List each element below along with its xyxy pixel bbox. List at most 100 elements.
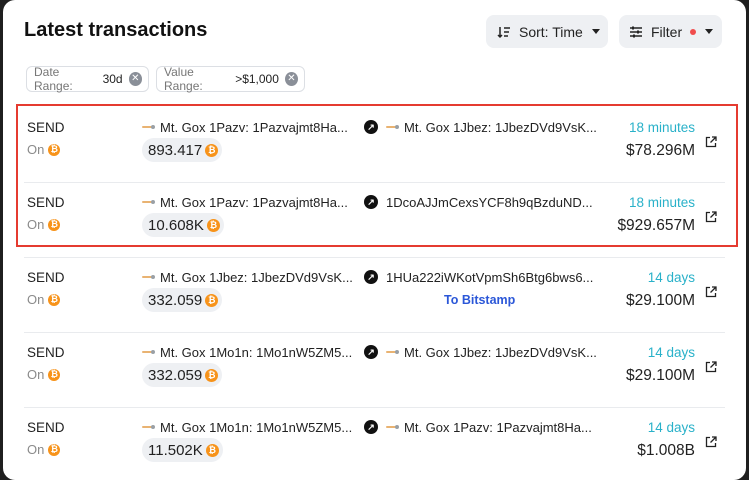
filter-label: Filter bbox=[651, 23, 683, 40]
token-amount: 332.059 ₿ bbox=[142, 288, 223, 312]
to-address[interactable]: Mt. Gox 1Pazv: 1Pazvajmt8Ha... bbox=[386, 420, 592, 435]
usd-value: $1.008B bbox=[637, 442, 695, 459]
mt-gox-logo-icon bbox=[142, 350, 156, 355]
mt-gox-logo-icon bbox=[386, 425, 400, 430]
arrow-up-right-icon: ↗ bbox=[364, 195, 378, 209]
external-link-icon[interactable] bbox=[705, 286, 717, 298]
panel-title: Latest transactions bbox=[24, 19, 208, 41]
arrow-up-right-icon: ↗ bbox=[364, 270, 378, 284]
chain-label: On ₿ bbox=[27, 292, 61, 307]
amount-value: 332.059 bbox=[148, 291, 203, 309]
transaction-row[interactable]: SEND On ₿ Mt. Gox 1Pazv: 1Pazvajmt8Ha...… bbox=[3, 183, 746, 258]
arrow-up-right-icon: ↗ bbox=[364, 120, 378, 134]
mt-gox-logo-icon bbox=[142, 275, 156, 280]
mt-gox-logo-icon bbox=[142, 200, 156, 205]
bitcoin-icon: ₿ bbox=[205, 368, 219, 382]
filter-chip-date-range[interactable]: Date Range: 30d ✕ bbox=[26, 65, 149, 93]
bitcoin-icon: ₿ bbox=[206, 218, 220, 232]
chip-label: Value Range: bbox=[164, 65, 203, 93]
transaction-row[interactable]: SEND On ₿ Mt. Gox 1Mo1n: 1Mo1nW5ZM5... ↗… bbox=[3, 408, 746, 480]
mt-gox-logo-icon bbox=[386, 350, 400, 355]
mt-gox-logo-icon bbox=[142, 425, 156, 430]
chevron-down-icon bbox=[591, 29, 600, 34]
arrow-up-right-icon: ↗ bbox=[364, 345, 378, 359]
to-address[interactable]: Mt. Gox 1Jbez: 1JbezDVd9VsK... bbox=[386, 345, 597, 360]
to-address-text: Mt. Gox 1Pazv: 1Pazvajmt8Ha... bbox=[404, 420, 592, 435]
transaction-type: SEND bbox=[27, 120, 65, 135]
remove-chip-icon[interactable]: ✕ bbox=[128, 72, 142, 86]
token-amount: 10.608K ₿ bbox=[142, 213, 224, 237]
usd-value: $29.100M bbox=[626, 367, 695, 384]
chevron-down-icon bbox=[705, 29, 714, 34]
from-address[interactable]: Mt. Gox 1Mo1n: 1Mo1nW5ZM5... bbox=[142, 345, 352, 360]
from-address-text: Mt. Gox 1Pazv: 1Pazvajmt8Ha... bbox=[160, 120, 348, 135]
chain-text: On bbox=[27, 292, 45, 307]
to-address-text: Mt. Gox 1Jbez: 1JbezDVd9VsK... bbox=[404, 345, 597, 360]
from-address[interactable]: Mt. Gox 1Mo1n: 1Mo1nW5ZM5... bbox=[142, 420, 352, 435]
from-address[interactable]: Mt. Gox 1Pazv: 1Pazvajmt8Ha... bbox=[142, 195, 348, 210]
relative-time: 14 days bbox=[647, 270, 695, 285]
filter-active-dot bbox=[690, 28, 697, 35]
destination-note: To Bitstamp bbox=[444, 293, 516, 307]
chip-value: 30d bbox=[102, 72, 123, 86]
from-address[interactable]: Mt. Gox 1Jbez: 1JbezDVd9VsK... bbox=[142, 270, 353, 285]
sort-icon bbox=[497, 26, 510, 38]
chip-value: >$1,000 bbox=[235, 72, 279, 86]
transaction-row[interactable]: SEND On ₿ Mt. Gox 1Pazv: 1Pazvajmt8Ha...… bbox=[3, 108, 746, 183]
token-amount: 332.059 ₿ bbox=[142, 363, 223, 387]
from-address-text: Mt. Gox 1Jbez: 1JbezDVd9VsK... bbox=[160, 270, 353, 285]
bitcoin-icon: ₿ bbox=[205, 143, 219, 157]
transactions-panel: Latest transactions Sort: Time Filter Da… bbox=[3, 0, 746, 480]
bitcoin-icon: ₿ bbox=[48, 443, 61, 456]
filter-chip-value-range[interactable]: Value Range: >$1,000 ✕ bbox=[156, 65, 305, 93]
relative-time: 18 minutes bbox=[628, 120, 695, 135]
chain-label: On ₿ bbox=[27, 217, 61, 232]
transaction-type: SEND bbox=[27, 345, 65, 360]
transaction-type: SEND bbox=[27, 270, 65, 285]
chain-text: On bbox=[27, 442, 45, 457]
chain-text: On bbox=[27, 142, 45, 157]
bitcoin-icon: ₿ bbox=[205, 443, 219, 457]
relative-time: 14 days bbox=[647, 345, 695, 360]
relative-time: 14 days bbox=[647, 420, 695, 435]
transaction-type: SEND bbox=[27, 195, 65, 210]
token-amount: 11.502K ₿ bbox=[142, 438, 223, 462]
amount-value: 11.502K bbox=[148, 441, 203, 459]
bitcoin-icon: ₿ bbox=[48, 143, 61, 156]
from-address[interactable]: Mt. Gox 1Pazv: 1Pazvajmt8Ha... bbox=[142, 120, 348, 135]
to-address[interactable]: Mt. Gox 1Jbez: 1JbezDVd9VsK... bbox=[386, 120, 597, 135]
relative-time: 18 minutes bbox=[628, 195, 695, 210]
filter-button[interactable]: Filter bbox=[619, 15, 722, 48]
remove-chip-icon[interactable]: ✕ bbox=[284, 72, 298, 86]
chain-label: On ₿ bbox=[27, 367, 61, 382]
bitcoin-icon: ₿ bbox=[48, 218, 61, 231]
external-link-icon[interactable] bbox=[705, 436, 717, 448]
usd-value: $29.100M bbox=[626, 292, 695, 309]
to-address-text: Mt. Gox 1Jbez: 1JbezDVd9VsK... bbox=[404, 120, 597, 135]
chain-text: On bbox=[27, 367, 45, 382]
usd-value: $929.657M bbox=[617, 217, 695, 234]
chain-label: On ₿ bbox=[27, 142, 61, 157]
amount-value: 893.417 bbox=[148, 141, 203, 159]
external-link-icon[interactable] bbox=[705, 136, 717, 148]
from-address-text: Mt. Gox 1Mo1n: 1Mo1nW5ZM5... bbox=[160, 420, 353, 435]
external-link-icon[interactable] bbox=[705, 211, 717, 223]
sort-button[interactable]: Sort: Time bbox=[486, 15, 608, 48]
from-address-text: Mt. Gox 1Pazv: 1Pazvajmt8Ha... bbox=[160, 195, 348, 210]
transaction-row[interactable]: SEND On ₿ Mt. Gox 1Jbez: 1JbezDVd9VsK...… bbox=[3, 258, 746, 333]
filter-sliders-icon bbox=[630, 26, 642, 37]
to-address[interactable]: 1DcoAJJmCexsYCF8h9qBzduND... bbox=[386, 195, 593, 210]
chip-label: Date Range: bbox=[34, 65, 73, 93]
sort-label: Sort: Time bbox=[519, 23, 583, 40]
amount-value: 10.608K bbox=[148, 216, 204, 234]
transaction-type: SEND bbox=[27, 420, 65, 435]
to-address[interactable]: 1HUa222iWKotVpmSh6Btg6bws6... bbox=[386, 270, 593, 285]
external-link-icon[interactable] bbox=[705, 361, 717, 373]
mt-gox-logo-icon bbox=[386, 125, 400, 130]
bitcoin-icon: ₿ bbox=[205, 293, 219, 307]
chain-text: On bbox=[27, 217, 45, 232]
transaction-row[interactable]: SEND On ₿ Mt. Gox 1Mo1n: 1Mo1nW5ZM5... ↗… bbox=[3, 333, 746, 408]
amount-value: 332.059 bbox=[148, 366, 203, 384]
bitcoin-icon: ₿ bbox=[48, 293, 61, 306]
from-address-text: Mt. Gox 1Mo1n: 1Mo1nW5ZM5... bbox=[160, 345, 353, 360]
